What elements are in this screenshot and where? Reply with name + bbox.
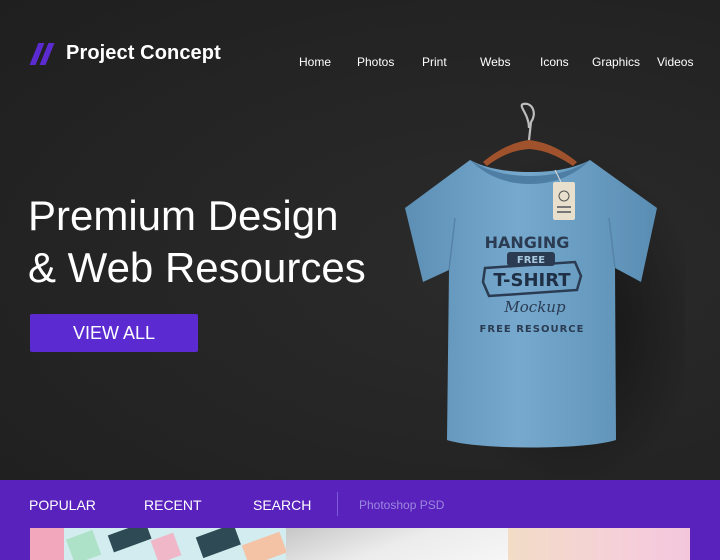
resource-thumbnail-2[interactable] (286, 528, 508, 560)
hero-section: Project Concept Home Photos Print Webs I… (0, 0, 720, 480)
resource-thumbnail-3[interactable] (508, 528, 690, 560)
tshirt-graphic-script-text: Mockup (503, 298, 566, 316)
tab-popular[interactable]: POPULAR (29, 497, 96, 513)
nav-item-videos[interactable]: Videos (657, 55, 693, 69)
nav-item-graphics[interactable]: Graphics (592, 55, 640, 69)
tshirt-graphic-bottom-text: FREE RESOURCE (480, 324, 585, 335)
tab-recent[interactable]: RECENT (144, 497, 202, 513)
nav-item-icons[interactable]: Icons (540, 55, 569, 69)
phone-mockup-pattern-image (30, 528, 286, 560)
filter-divider (337, 492, 338, 516)
tshirt-graphic-banner-text: T-SHIRT (493, 270, 571, 291)
tshirt-graphic-top-text: HANGING (485, 233, 570, 252)
tshirt-mockup-image: HANGING FREE T-SHIRT Mockup FREE RESOURC… (405, 102, 685, 480)
nav-item-print[interactable]: Print (422, 55, 447, 69)
nav-item-photos[interactable]: Photos (357, 55, 394, 69)
nav-item-webs[interactable]: Webs (480, 55, 510, 69)
main-nav: Home Photos Print Webs Icons Graphics Vi… (0, 55, 720, 71)
resource-thumbnail-1[interactable] (30, 528, 286, 560)
headline-line-2: & Web Resources (28, 244, 366, 291)
view-all-button[interactable]: VIEW ALL (30, 314, 198, 352)
nav-item-home[interactable]: Home (299, 55, 331, 69)
search-input[interactable]: Photoshop PSD (359, 498, 444, 512)
headline-line-1: Premium Design (28, 192, 339, 239)
tab-search[interactable]: SEARCH (253, 497, 311, 513)
hero-headline: Premium Design & Web Resources (28, 190, 366, 294)
